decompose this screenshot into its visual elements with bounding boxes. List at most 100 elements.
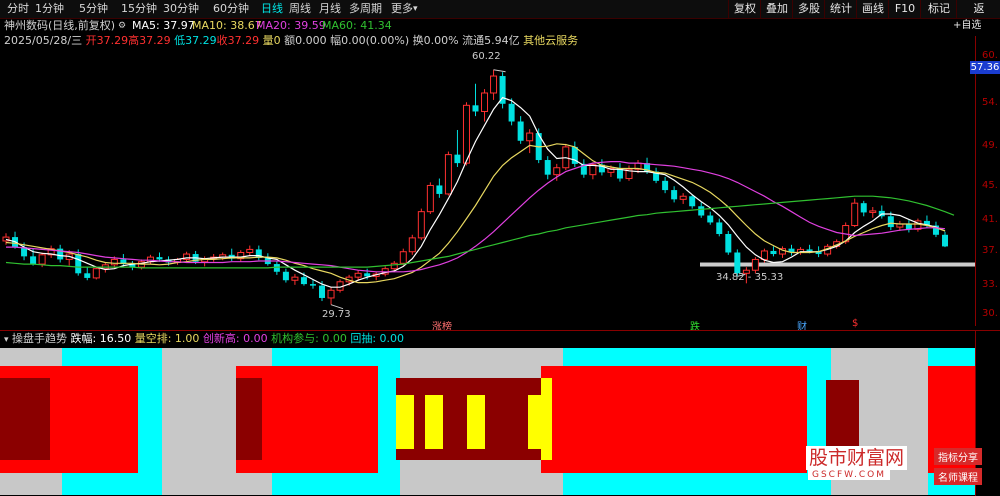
candle[interactable] [372, 271, 380, 281]
candle[interactable] [246, 245, 254, 257]
candle[interactable] [526, 129, 534, 154]
candle[interactable] [481, 89, 489, 122]
toolbar-button[interactable]: 标记 [920, 0, 957, 18]
candle[interactable] [499, 72, 506, 109]
ma-settings-icon[interactable]: ⚙ [118, 19, 126, 33]
candle[interactable] [92, 266, 100, 280]
candle[interactable] [851, 198, 859, 228]
toolbar-button[interactable]: 多股 [792, 0, 825, 18]
quote-industry[interactable]: 其他云服务 [523, 34, 578, 47]
candle[interactable] [698, 202, 705, 218]
candle[interactable] [436, 178, 443, 198]
candle[interactable] [12, 231, 19, 249]
candle[interactable] [653, 167, 660, 184]
candle[interactable] [707, 211, 714, 225]
add-watchlist-button[interactable]: +自选 [953, 19, 981, 33]
candle[interactable] [327, 287, 335, 305]
candle[interactable] [120, 254, 127, 267]
more-dropdown-icon[interactable]: ▾ [410, 0, 421, 18]
candle[interactable] [725, 230, 732, 255]
panel-divider[interactable] [0, 330, 1000, 331]
ma5-value: MA5: 37.97 [132, 19, 195, 32]
candle[interactable] [399, 248, 407, 266]
period-tab[interactable]: 周线 [286, 0, 314, 18]
candle[interactable] [580, 159, 587, 178]
toolbar-button[interactable]: F10 [888, 0, 921, 18]
quote-float: 流通5.94亿 [462, 34, 520, 47]
candle[interactable] [905, 220, 912, 233]
candle[interactable] [282, 268, 289, 283]
trend-block [467, 395, 485, 449]
candle[interactable] [454, 129, 461, 167]
candle[interactable] [426, 182, 434, 214]
quote-line: 2025/05/28/三 开37.29高37.29 低37.29收37.29 量… [4, 34, 578, 48]
ma20-line [6, 160, 946, 273]
stock-name[interactable]: 神州数码(日线,前复权) [4, 19, 115, 33]
toolbar-button[interactable]: 叠加 [760, 0, 793, 18]
indicator-name[interactable]: 操盘手趋势 [12, 332, 67, 345]
candle[interactable] [942, 231, 948, 248]
candle[interactable] [264, 253, 271, 266]
candle[interactable] [255, 245, 262, 261]
period-tab[interactable]: 1分钟 [32, 0, 67, 18]
indicator-newhigh: 创新高: 0.00 [202, 332, 268, 345]
candle[interactable] [47, 245, 55, 258]
candle[interactable] [84, 267, 91, 281]
candle[interactable] [444, 151, 452, 196]
toolbar-button[interactable]: 统计 [824, 0, 857, 18]
period-tab[interactable]: 日线 [258, 0, 286, 18]
quote-open: 开37.29 [85, 34, 129, 47]
indicator-vol: 量空排: 1.00 [134, 332, 200, 345]
candle[interactable] [616, 163, 623, 182]
candle[interactable] [671, 186, 678, 203]
candle[interactable] [914, 218, 922, 232]
toolbar-button[interactable]: 画线 [856, 0, 889, 18]
trend-block [425, 395, 443, 449]
period-tab[interactable]: 5分钟 [76, 0, 111, 18]
candle[interactable] [869, 207, 877, 218]
candle[interactable] [751, 257, 759, 274]
candle[interactable] [797, 247, 805, 255]
candle[interactable] [237, 250, 245, 262]
candle[interactable] [490, 69, 498, 100]
support-band [700, 262, 975, 267]
period-tab[interactable]: 15分钟 [118, 0, 160, 18]
period-tab[interactable]: 30分钟 [160, 0, 202, 18]
candle[interactable] [788, 244, 795, 256]
candle[interactable] [544, 156, 551, 180]
toolbar-button[interactable]: 返 [956, 0, 1000, 18]
candle[interactable] [408, 234, 416, 255]
period-tab[interactable]: 分时 [4, 0, 32, 18]
ma5-line [5, 96, 946, 288]
candle[interactable] [517, 116, 524, 144]
candle[interactable] [417, 208, 425, 241]
candle[interactable] [571, 141, 578, 167]
candlestick-chart[interactable] [0, 48, 975, 330]
indicator-collapse-icon[interactable]: ▾ [4, 335, 9, 345]
candle[interactable] [291, 274, 299, 285]
candle[interactable] [625, 165, 633, 181]
event-label-4[interactable]: $ [852, 318, 858, 329]
candle[interactable] [472, 83, 479, 117]
trend-block [0, 378, 50, 460]
candle[interactable] [679, 193, 687, 204]
candle[interactable] [57, 244, 64, 263]
quote-date: 2025/05/28/三 [4, 34, 83, 47]
ma60-value: MA60: 41.34 [322, 19, 392, 32]
candle[interactable] [273, 260, 280, 275]
candle[interactable] [201, 256, 209, 267]
candle[interactable] [778, 246, 786, 258]
candle[interactable] [129, 260, 136, 271]
candle[interactable] [228, 248, 235, 261]
candle[interactable] [878, 205, 885, 219]
candle[interactable] [662, 176, 669, 194]
candle[interactable] [932, 221, 939, 238]
candle[interactable] [562, 143, 570, 171]
candle[interactable] [860, 200, 867, 217]
candle[interactable] [716, 218, 723, 237]
candle[interactable] [770, 246, 777, 257]
period-tab[interactable]: 60分钟 [210, 0, 252, 18]
period-tab[interactable]: 月线 [316, 0, 344, 18]
toolbar-button[interactable]: 复权 [728, 0, 761, 18]
period-tab[interactable]: 多周期 [346, 0, 385, 18]
